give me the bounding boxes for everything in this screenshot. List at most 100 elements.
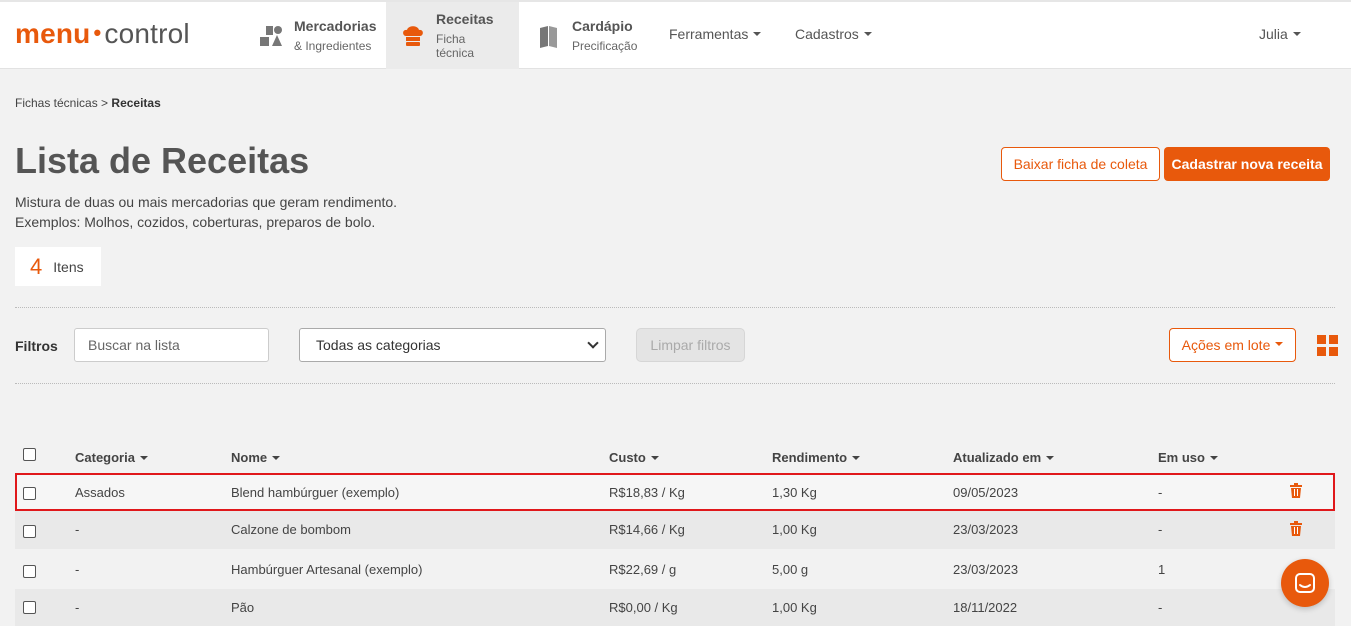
cell-categoria: - xyxy=(75,522,80,537)
description-line: Exemplos: Molhos, cozidos, coberturas, p… xyxy=(15,214,376,230)
download-collection-sheet-button[interactable]: Baixar ficha de coleta xyxy=(1001,147,1160,181)
chat-launcher-button[interactable] xyxy=(1281,559,1329,607)
column-header-categoria[interactable]: Categoria xyxy=(75,450,148,465)
grid-view-icon[interactable] xyxy=(1317,335,1338,356)
app-logo[interactable]: menu • control xyxy=(15,18,190,50)
sort-caret-icon xyxy=(1209,455,1218,460)
cell-categoria: - xyxy=(75,562,80,577)
row-checkbox[interactable] xyxy=(23,525,36,538)
nav-title: Mercadorias xyxy=(294,18,377,34)
column-header-em-uso[interactable]: Em uso xyxy=(1158,450,1218,465)
user-name: Julia xyxy=(1259,26,1288,42)
cell-em-uso: 1 xyxy=(1158,562,1166,577)
column-header-custo[interactable]: Custo xyxy=(609,450,659,465)
logo-dot: • xyxy=(93,20,102,45)
chef-hat-icon xyxy=(400,23,426,49)
logo-text-control: control xyxy=(104,18,190,49)
items-count-number: 4 xyxy=(30,253,43,279)
sort-caret-icon xyxy=(650,455,659,460)
page-description: Mistura de duas ou mais mercadorias que … xyxy=(15,192,397,232)
column-header-nome[interactable]: Nome xyxy=(231,450,281,465)
cell-em-uso: - xyxy=(1158,485,1163,500)
nav-subtitle: Precificação xyxy=(572,39,638,53)
bulk-actions-button[interactable]: Ações em lote xyxy=(1169,328,1296,362)
items-count-label: Itens xyxy=(53,258,84,275)
cell-em-uso: - xyxy=(1158,522,1163,537)
table-row[interactable]: - Pão R$0,00 / Kg 1,00 Kg 18/11/2022 - xyxy=(15,589,1335,626)
nav-title: Receitas xyxy=(436,11,494,27)
ingredients-icon xyxy=(258,23,284,49)
cell-atualizado: 23/03/2023 xyxy=(953,562,1019,577)
items-count-badge: 4 Itens xyxy=(15,247,101,286)
cell-categoria: - xyxy=(75,600,80,615)
search-input[interactable] xyxy=(74,328,269,362)
column-header-rendimento[interactable]: Rendimento xyxy=(772,450,861,465)
nav-dropdown-ferramentas[interactable]: Ferramentas xyxy=(669,26,762,42)
table-row[interactable]: - Hambúrguer Artesanal (exemplo) R$22,69… xyxy=(15,551,1335,589)
nav-item-cardapio[interactable]: Cardápio Precificação xyxy=(522,2,651,69)
column-header-atualizado[interactable]: Atualizado em xyxy=(953,450,1055,465)
caret-down-icon xyxy=(863,32,872,37)
row-checkbox[interactable] xyxy=(23,601,36,614)
divider xyxy=(15,307,1335,308)
table-row[interactable]: - Calzone de bombom R$14,66 / Kg 1,00 Kg… xyxy=(15,511,1335,549)
chevron-down-icon xyxy=(587,337,599,349)
cell-custo: R$18,83 / Kg xyxy=(609,485,685,500)
nav-item-mercadorias[interactable]: Mercadorias & Ingredientes xyxy=(244,2,390,69)
row-checkbox[interactable] xyxy=(23,487,36,500)
page-title: Lista de Receitas xyxy=(15,140,310,181)
cell-rendimento: 1,30 Kg xyxy=(772,485,817,500)
create-recipe-button[interactable]: Cadastrar nova receita xyxy=(1164,147,1330,181)
logo-text-menu: menu xyxy=(15,18,91,49)
dropdown-label: Cadastros xyxy=(795,26,859,42)
caret-down-icon xyxy=(1292,32,1301,37)
menu-book-icon xyxy=(536,23,562,49)
cell-atualizado: 18/11/2022 xyxy=(953,600,1018,615)
divider xyxy=(15,383,1335,384)
trash-icon[interactable] xyxy=(1290,483,1302,498)
breadcrumb: Fichas técnicas > Receitas xyxy=(15,96,161,110)
cell-categoria: Assados xyxy=(75,485,125,500)
nav-title: Cardápio xyxy=(572,18,633,34)
sort-caret-icon xyxy=(139,455,148,460)
breadcrumb-separator: > xyxy=(101,96,109,110)
cell-nome[interactable]: Blend hambúrguer (exemplo) xyxy=(231,485,399,500)
nav-item-receitas[interactable]: Receitas Ficha técnica xyxy=(386,2,519,69)
user-menu[interactable]: Julia xyxy=(1259,26,1301,42)
select-all-checkbox[interactable] xyxy=(23,448,36,461)
sort-caret-icon xyxy=(272,455,281,460)
cell-rendimento: 1,00 Kg xyxy=(772,522,817,537)
top-navbar: menu • control Mercadorias & Ingredientes … xyxy=(0,0,1351,69)
cell-nome[interactable]: Calzone de bombom xyxy=(231,522,351,537)
breadcrumb-current: Receitas xyxy=(111,96,161,110)
cell-em-uso: - xyxy=(1158,600,1163,615)
description-line: Mistura de duas ou mais mercadorias que … xyxy=(15,194,398,210)
trash-icon[interactable] xyxy=(1290,521,1302,536)
clear-filters-button[interactable]: Limpar filtros xyxy=(636,328,745,362)
nav-dropdown-cadastros[interactable]: Cadastros xyxy=(795,26,872,42)
row-checkbox[interactable] xyxy=(23,565,36,578)
cell-rendimento: 1,00 Kg xyxy=(772,600,817,615)
category-select[interactable]: Todas as categorias xyxy=(299,328,606,362)
cell-custo: R$0,00 / Kg xyxy=(609,600,678,615)
nav-subtitle: Ficha técnica xyxy=(436,32,475,60)
nav-subtitle: & Ingredientes xyxy=(294,39,372,53)
cell-custo: R$14,66 / Kg xyxy=(609,522,685,537)
cell-custo: R$22,69 / g xyxy=(609,562,677,577)
sort-caret-icon xyxy=(1046,455,1055,460)
cell-atualizado: 23/03/2023 xyxy=(953,522,1019,537)
table-row[interactable]: Assados Blend hambúrguer (exemplo) R$18,… xyxy=(15,473,1335,511)
table-header: Categoria Nome Custo Rendimento Atualiza… xyxy=(15,437,1335,473)
breadcrumb-parent-link[interactable]: Fichas técnicas xyxy=(15,96,98,110)
cell-nome[interactable]: Pão xyxy=(231,600,254,615)
cell-atualizado: 09/05/2023 xyxy=(953,485,1019,500)
chat-icon xyxy=(1295,573,1315,593)
caret-down-icon xyxy=(1275,342,1284,346)
cell-rendimento: 5,00 g xyxy=(772,562,809,577)
filters-label: Filtros xyxy=(15,338,58,354)
category-select-value: Todas as categorias xyxy=(316,337,441,353)
dropdown-label: Ferramentas xyxy=(669,26,749,42)
cell-nome[interactable]: Hambúrguer Artesanal (exemplo) xyxy=(231,562,422,577)
sort-caret-icon xyxy=(852,455,861,460)
bulk-actions-label: Ações em lote xyxy=(1181,337,1271,353)
